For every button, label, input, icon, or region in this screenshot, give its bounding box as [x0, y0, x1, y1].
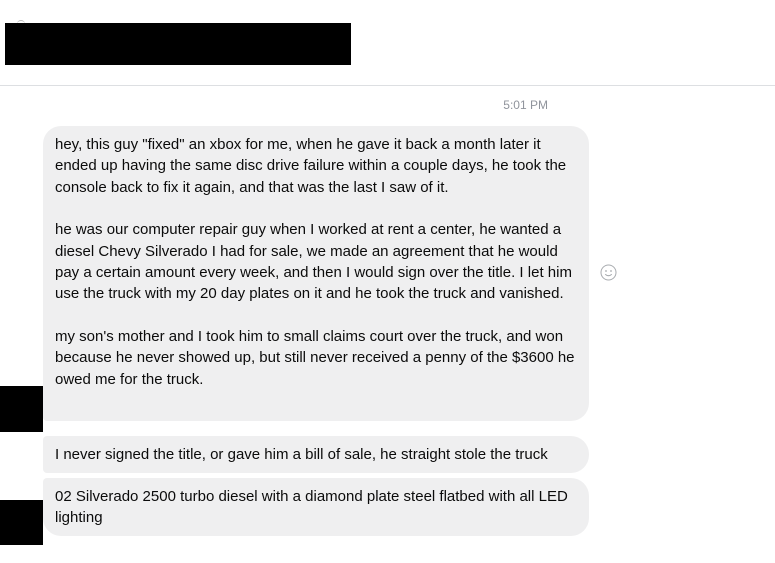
message-timestamp: 5:01 PM — [503, 98, 548, 112]
message-paragraph: my son's mother and I took him to small … — [55, 327, 579, 388]
message-bubble[interactable]: hey, this guy "fixed" an xbox for me, wh… — [43, 126, 589, 421]
message-paragraph: hey, this guy "fixed" an xbox for me, wh… — [55, 136, 571, 196]
redacted-avatar — [0, 386, 43, 432]
message-paragraph: 02 Silverado 2500 turbo diesel with a di… — [55, 488, 572, 527]
redacted-avatar — [0, 500, 43, 545]
conversation-header — [0, 0, 775, 86]
message-bubble[interactable]: I never signed the title, or gave him a … — [43, 436, 589, 473]
message-paragraph: he was our computer repair guy when I wo… — [55, 221, 577, 303]
message-bubble[interactable]: 02 Silverado 2500 turbo diesel with a di… — [43, 478, 589, 536]
redacted-contact-name — [5, 23, 351, 65]
message-paragraph: I never signed the title, or gave him a … — [55, 446, 548, 463]
smiley-face-icon[interactable] — [600, 264, 617, 281]
